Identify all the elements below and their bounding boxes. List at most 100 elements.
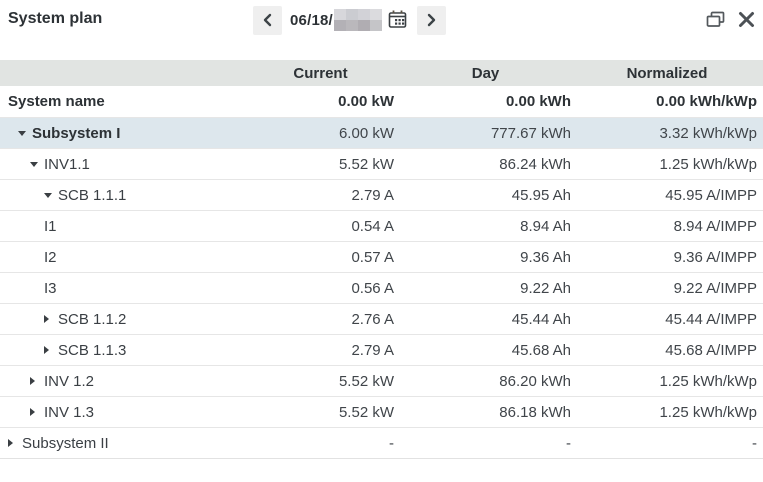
widget-titlebar: System plan 06/18/ bbox=[0, 0, 763, 44]
redacted-pixel bbox=[334, 20, 346, 31]
row-value: 45.95 A/IMPP bbox=[577, 187, 763, 204]
tree-name-cell: Subsystem II bbox=[0, 435, 247, 452]
close-widget-button[interactable] bbox=[738, 11, 755, 31]
row-value: 6.00 kW bbox=[247, 125, 400, 142]
caret-down-icon[interactable] bbox=[18, 131, 27, 136]
row-value: 2.76 A bbox=[247, 311, 400, 328]
row-value: 1.25 kWh/kWp bbox=[577, 404, 763, 421]
system-plan-table: Current Day Normalized System name 0.00 k… bbox=[0, 60, 763, 459]
row-value: 9.22 Ah bbox=[400, 280, 577, 297]
table-body: System name 0.00 kW0.00 kWh0.00 kWh/kWp Su… bbox=[0, 86, 763, 459]
redacted-pixel bbox=[370, 9, 382, 20]
popout-window-icon bbox=[706, 11, 725, 31]
redacted-pixel bbox=[358, 9, 370, 20]
next-day-button[interactable] bbox=[417, 6, 446, 35]
table-row[interactable]: I30.56 A9.22 Ah9.22 A/IMPP bbox=[0, 272, 763, 303]
row-label: INV 1.2 bbox=[44, 373, 94, 390]
row-label: SCB 1.1.2 bbox=[58, 311, 126, 328]
tree-name-cell: I3 bbox=[0, 280, 247, 297]
row-value: 45.95 Ah bbox=[400, 187, 577, 204]
row-value: 86.20 kWh bbox=[400, 373, 577, 390]
row-label: INV1.1 bbox=[44, 156, 90, 173]
calendar-icon bbox=[387, 18, 408, 33]
caret-shape bbox=[30, 162, 38, 167]
caret-shape bbox=[18, 131, 26, 136]
popout-widget-button[interactable] bbox=[706, 11, 725, 31]
redacted-pixel bbox=[346, 20, 358, 31]
row-value: 9.36 A/IMPP bbox=[577, 249, 763, 266]
caret-right-icon[interactable] bbox=[30, 377, 39, 385]
tree-name-cell: INV1.1 bbox=[0, 156, 247, 173]
caret-right-icon[interactable] bbox=[30, 408, 39, 416]
row-value: 5.52 kW bbox=[247, 404, 400, 421]
row-value: - bbox=[577, 435, 763, 452]
chevron-right-icon bbox=[424, 13, 438, 27]
close-icon bbox=[738, 11, 755, 31]
row-label: INV 1.3 bbox=[44, 404, 94, 421]
table-row[interactable]: System name 0.00 kW0.00 kWh0.00 kWh/kWp bbox=[0, 86, 763, 117]
row-label: Subsystem I bbox=[32, 125, 120, 142]
tree-name-cell: SCB 1.1.2 bbox=[0, 311, 247, 328]
previous-day-button[interactable] bbox=[253, 6, 282, 35]
page-title: System plan bbox=[8, 10, 102, 28]
row-label: I2 bbox=[44, 249, 57, 266]
column-header-current: Current bbox=[247, 65, 400, 82]
table-row[interactable]: INV 1.3 5.52 kW86.18 kWh1.25 kWh/kWp bbox=[0, 396, 763, 427]
table-row[interactable]: SCB 1.1.3 2.79 A45.68 Ah45.68 A/IMPP bbox=[0, 334, 763, 365]
row-label: SCB 1.1.1 bbox=[58, 187, 126, 204]
row-value: 86.24 kWh bbox=[400, 156, 577, 173]
table-row[interactable]: SCB 1.1.22.76 A45.44 Ah45.44 A/IMPP bbox=[0, 303, 763, 334]
caret-right-icon[interactable] bbox=[44, 346, 53, 354]
caret-shape bbox=[30, 377, 35, 385]
row-value: 777.67 kWh bbox=[400, 125, 577, 142]
row-label: System name bbox=[8, 93, 105, 110]
row-value: 2.79 A bbox=[247, 342, 400, 359]
table-row[interactable]: INV 1.25.52 kW86.20 kWh1.25 kWh/kWp bbox=[0, 365, 763, 396]
caret-shape bbox=[44, 346, 49, 354]
row-label: I1 bbox=[44, 218, 57, 235]
row-value: 0.00 kWh/kWp bbox=[577, 93, 763, 110]
window-controls bbox=[706, 11, 755, 31]
caret-shape bbox=[8, 439, 13, 447]
tree-name-cell: INV 1.3 bbox=[0, 404, 247, 421]
tree-name-cell: SCB 1.1.3 bbox=[0, 342, 247, 359]
row-value: 0.00 kW bbox=[247, 93, 400, 110]
table-row[interactable]: I10.54 A8.94 Ah8.94 A/IMPP bbox=[0, 210, 763, 241]
row-value: 9.22 A/IMPP bbox=[577, 280, 763, 297]
table-row[interactable]: SCB 1.1.12.79 A45.95 Ah45.95 A/IMPP bbox=[0, 179, 763, 210]
redacted-pixel bbox=[358, 20, 370, 31]
row-value: 0.00 kWh bbox=[400, 93, 577, 110]
table-row[interactable]: Subsystem I 6.00 kW777.67 kWh3.32 kWh/kWp bbox=[0, 117, 763, 148]
caret-down-icon[interactable] bbox=[30, 162, 39, 167]
row-value: 86.18 kWh bbox=[400, 404, 577, 421]
calendar-picker-button[interactable] bbox=[387, 9, 408, 31]
table-row[interactable]: I20.57 A9.36 Ah9.36 A/IMPP bbox=[0, 241, 763, 272]
column-header-day: Day bbox=[400, 65, 577, 82]
tree-name-cell: System name bbox=[0, 93, 247, 110]
column-header-normalized: Normalized bbox=[577, 65, 763, 82]
row-value: 0.56 A bbox=[247, 280, 400, 297]
row-value: - bbox=[247, 435, 400, 452]
row-value: 9.36 Ah bbox=[400, 249, 577, 266]
row-value: 45.44 A/IMPP bbox=[577, 311, 763, 328]
table-row[interactable]: INV1.15.52 kW86.24 kWh1.25 kWh/kWp bbox=[0, 148, 763, 179]
row-value: 45.68 Ah bbox=[400, 342, 577, 359]
tree-name-cell: I1 bbox=[0, 218, 247, 235]
row-value: 5.52 kW bbox=[247, 373, 400, 390]
row-value: - bbox=[400, 435, 577, 452]
row-value: 8.94 A/IMPP bbox=[577, 218, 763, 235]
caret-shape bbox=[44, 315, 49, 323]
redacted-pixel bbox=[370, 20, 382, 31]
caret-right-icon[interactable] bbox=[8, 439, 17, 447]
redacted-pixel bbox=[334, 9, 346, 20]
row-value: 45.68 A/IMPP bbox=[577, 342, 763, 359]
caret-right-icon[interactable] bbox=[44, 315, 53, 323]
table-header-row: Current Day Normalized bbox=[0, 60, 763, 86]
row-value: 3.32 kWh/kWp bbox=[577, 125, 763, 142]
caret-shape bbox=[44, 193, 52, 198]
row-value: 1.25 kWh/kWp bbox=[577, 156, 763, 173]
caret-down-icon[interactable] bbox=[44, 193, 53, 198]
table-row[interactable]: Subsystem II--- bbox=[0, 427, 763, 458]
row-label: Subsystem II bbox=[22, 435, 109, 452]
row-label: SCB 1.1.3 bbox=[58, 342, 126, 359]
